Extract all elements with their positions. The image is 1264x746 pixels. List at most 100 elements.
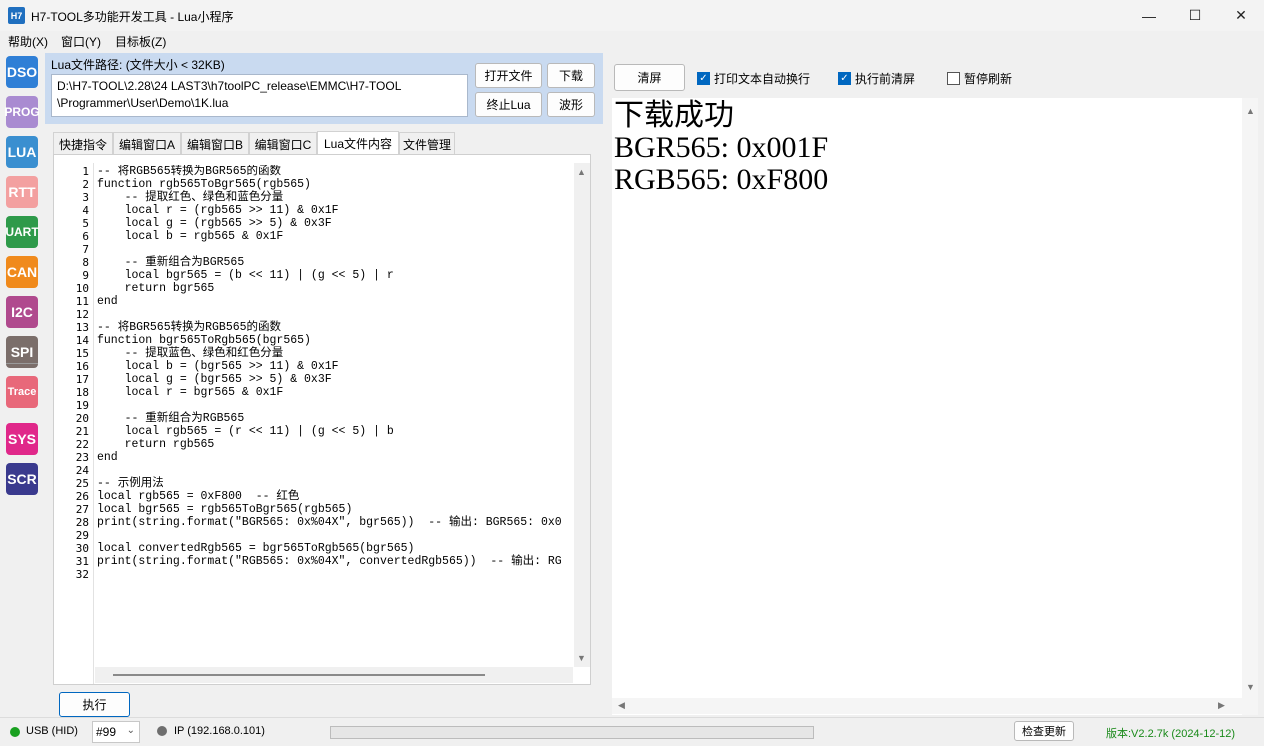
stop-lua-button[interactable]: 终止Lua bbox=[475, 92, 542, 117]
sidebar-button-prog[interactable]: PROG bbox=[4, 96, 40, 128]
version-label: 版本:V2.2.7k (2024-12-12) bbox=[1106, 728, 1236, 740]
line-number: 13 bbox=[75, 321, 89, 334]
check-update-button[interactable]: 检查更新 bbox=[1014, 721, 1074, 741]
line-number: 17 bbox=[75, 373, 89, 386]
status-bar: USB (HID) #99 ⌄ IP (192.168.0.101) 检查更新 … bbox=[0, 717, 1264, 746]
line-number-gutter: 1 2 3 4 5 6 7 8 9 10 11 12 13 14 15 16 17 18 19 20 21 22 23 24 2… bbox=[60, 163, 94, 684]
output-line: BGR565: 0x001F bbox=[614, 131, 829, 164]
close-button[interactable]: ✕ bbox=[1218, 0, 1264, 31]
line-number: 28 bbox=[75, 516, 89, 529]
chevron-down-icon[interactable]: ⌄ bbox=[127, 725, 135, 736]
line-number: 16 bbox=[75, 360, 89, 373]
tab-lua-file-content[interactable]: Lua文件内容 bbox=[317, 131, 399, 155]
clear-screen-button[interactable]: 清屏 bbox=[614, 64, 685, 91]
code-line: local rgb565 = 0xF800 -- 红色 bbox=[97, 490, 300, 503]
code-line: return bgr565 bbox=[97, 282, 215, 295]
download-button[interactable]: 下载 bbox=[547, 63, 595, 88]
code-line: end bbox=[97, 451, 118, 464]
sidebar-button-scr[interactable]: SCR bbox=[6, 463, 38, 495]
editor-horizontal-scrollbar[interactable] bbox=[95, 667, 573, 683]
sidebar-button-dso[interactable]: DSO bbox=[6, 56, 38, 88]
auto-wrap-label: 打印文本自动换行 bbox=[714, 72, 811, 86]
code-line: local bgr565 = (b << 11) | (g << 5) | r bbox=[97, 269, 394, 282]
line-number: 15 bbox=[75, 347, 89, 360]
line-number: 26 bbox=[75, 490, 89, 503]
scroll-right-icon[interactable]: ▶ bbox=[1218, 700, 1225, 711]
clear-before-run-check-icon[interactable]: ✓ bbox=[838, 72, 851, 85]
tab-file-manager[interactable]: 文件管理 bbox=[399, 132, 455, 155]
code-line: local b = rgb565 & 0x1F bbox=[97, 230, 284, 243]
sidebar-button-trace[interactable]: Trace bbox=[6, 376, 38, 408]
scroll-up-icon[interactable]: ▲ bbox=[577, 167, 586, 177]
code-line: local g = (rgb565 >> 5) & 0x3F bbox=[97, 217, 332, 230]
line-number: 22 bbox=[75, 438, 89, 451]
run-button[interactable]: 执行 bbox=[59, 692, 130, 717]
menu-target-board[interactable]: 目标板(Z) bbox=[115, 33, 166, 50]
tab-editor-c[interactable]: 编辑窗口C bbox=[249, 132, 317, 155]
pause-refresh-checkbox[interactable]: 暂停刷新 bbox=[947, 70, 1012, 87]
device-select[interactable]: #99 ⌄ bbox=[92, 721, 140, 743]
progress-bar bbox=[330, 726, 814, 739]
minimize-button[interactable]: — bbox=[1126, 0, 1172, 31]
line-number: 8 bbox=[82, 256, 89, 269]
code-line: function bgr565ToRgb565(bgr565) bbox=[97, 334, 311, 347]
window-title: H7-TOOL多功能开发工具 - Lua小程序 bbox=[31, 10, 234, 24]
clear-before-run-checkbox[interactable]: ✓ 执行前清屏 bbox=[838, 70, 915, 87]
line-number: 7 bbox=[82, 243, 89, 256]
auto-wrap-checkbox[interactable]: ✓ 打印文本自动换行 bbox=[697, 70, 810, 87]
line-number: 3 bbox=[82, 191, 89, 204]
sidebar-button-i2c[interactable]: I2C bbox=[6, 296, 38, 328]
code-line: -- 示例用法 bbox=[97, 477, 164, 490]
menu-help[interactable]: 帮助(X) bbox=[8, 33, 48, 50]
scroll-down-icon[interactable]: ▼ bbox=[1246, 682, 1255, 692]
output-line: RGB565: 0xF800 bbox=[614, 163, 829, 196]
line-number: 19 bbox=[75, 399, 89, 412]
horizontal-scroll-thumb[interactable] bbox=[113, 674, 485, 676]
line-number: 11 bbox=[75, 295, 89, 308]
editor-vertical-scrollbar[interactable]: ▲ ▼ bbox=[574, 163, 590, 667]
ip-status-icon bbox=[157, 726, 167, 736]
output-vertical-scrollbar[interactable]: ▲ ▼ bbox=[1242, 98, 1258, 715]
scroll-up-icon[interactable]: ▲ bbox=[1246, 106, 1255, 116]
line-number: 30 bbox=[75, 542, 89, 555]
line-number: 6 bbox=[82, 230, 89, 243]
output-horizontal-scrollbar[interactable]: ◀ ▶ bbox=[612, 698, 1242, 714]
ip-status-text: IP (192.168.0.101) bbox=[174, 725, 265, 737]
scroll-down-icon[interactable]: ▼ bbox=[577, 653, 586, 663]
tab-editor-a[interactable]: 编辑窗口A bbox=[113, 132, 181, 155]
code-line: -- 提取红色、绿色和蓝色分量 bbox=[97, 191, 284, 204]
sidebar-button-lua[interactable]: LUA bbox=[6, 136, 38, 168]
output-console[interactable]: 下载成功 BGR565: 0x001F RGB565: 0xF800 ▲ ▼ ◀… bbox=[612, 98, 1258, 715]
code-line: local r = (rgb565 >> 11) & 0x1F bbox=[97, 204, 339, 217]
tab-editor-b[interactable]: 编辑窗口B bbox=[181, 132, 249, 155]
scroll-left-icon[interactable]: ◀ bbox=[618, 700, 625, 711]
code-line: -- 将RGB565转换为BGR565的函数 bbox=[97, 165, 282, 178]
tab-quick-commands[interactable]: 快捷指令 bbox=[53, 132, 113, 155]
sidebar-button-sys[interactable]: SYS bbox=[6, 423, 38, 455]
sidebar-divider bbox=[6, 363, 38, 364]
output-line: 下载成功 bbox=[614, 99, 734, 132]
auto-wrap-check-icon[interactable]: ✓ bbox=[697, 72, 710, 85]
sidebar-button-rtt[interactable]: RTT bbox=[6, 176, 38, 208]
maximize-button[interactable]: ☐ bbox=[1172, 0, 1218, 31]
code-line: local g = (bgr565 >> 5) & 0x3F bbox=[97, 373, 332, 386]
sidebar-button-uart[interactable]: UART bbox=[5, 216, 39, 248]
pause-refresh-check-icon[interactable] bbox=[947, 72, 960, 85]
open-file-button[interactable]: 打开文件 bbox=[475, 63, 542, 88]
code-editor: 1 2 3 4 5 6 7 8 9 10 11 12 13 14 15 16 17 18 19 20 21 22 23 24 2… bbox=[53, 154, 591, 685]
waveform-button[interactable]: 波形 bbox=[547, 92, 595, 117]
file-path-field[interactable]: D:\H7-TOOL\2.28\24 LAST3\h7toolPC_releas… bbox=[51, 74, 468, 117]
line-number: 25 bbox=[75, 477, 89, 490]
code-text-area[interactable]: -- 将RGB565转换为BGR565的函数 function rgb565ToB… bbox=[97, 165, 573, 667]
menu-window[interactable]: 窗口(Y) bbox=[61, 33, 101, 50]
line-number: 9 bbox=[82, 269, 89, 282]
line-number: 24 bbox=[75, 464, 89, 477]
device-select-value: #99 bbox=[96, 725, 117, 739]
sidebar-button-can[interactable]: CAN bbox=[6, 256, 38, 288]
line-number: 27 bbox=[75, 503, 89, 516]
tool-sidebar: DSO PROG LUA RTT UART CAN I2C SPI Trace SYS SCR bbox=[0, 52, 44, 717]
title-bar: H7 H7-TOOL多功能开发工具 - Lua小程序 — ☐ ✕ bbox=[0, 0, 1264, 31]
code-line: local rgb565 = (r << 11) | (g << 5) | b bbox=[97, 425, 394, 438]
line-number: 1 bbox=[82, 165, 89, 178]
menu-bar: 帮助(X) 窗口(Y) 目标板(Z) bbox=[0, 31, 1264, 51]
